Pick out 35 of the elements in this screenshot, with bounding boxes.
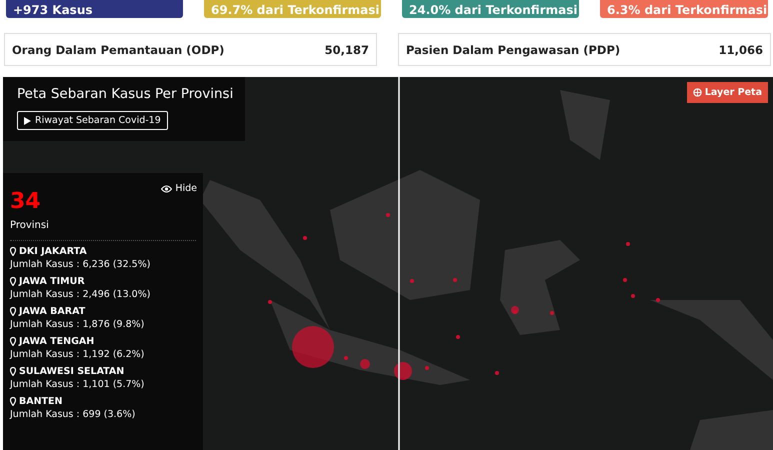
layer-button[interactable]: Layer Peta	[686, 82, 768, 103]
case-count: Jumlah Kasus : 6,236 (32.5%)	[10, 259, 152, 270]
case-count: Jumlah Kasus : 699 (3.6%)	[10, 409, 136, 420]
map-title: Peta Sebaran Kasus Per Provinsi	[17, 86, 234, 102]
hide-button[interactable]: Hide	[161, 183, 203, 194]
stat-value: 11,066	[718, 42, 763, 56]
case-count: Jumlah Kasus : 1,101 (5.7%)	[10, 379, 146, 390]
stat-label: Orang Dalam Pemantauan (ODP)	[12, 42, 224, 56]
stat-label: Pasien Dalam Pengawasan (PDP)	[406, 42, 620, 56]
summary-card: 6.3% dari Terkonfirmasi	[600, 0, 768, 18]
case-count: Jumlah Kasus : 1,876 (9.8%)	[10, 319, 146, 330]
pin-icon	[10, 307, 16, 316]
summary-card: 24.0% dari Terkonfirmasi	[402, 0, 579, 18]
case-count: Jumlah Kasus : 1,192 (6.2%)	[10, 349, 146, 360]
stat-value: 50,187	[324, 42, 369, 56]
province-count: 34	[10, 189, 41, 214]
pin-icon	[10, 247, 16, 256]
summary-card: +973 Kasus	[6, 0, 183, 18]
history-button[interactable]: Riwayat Sebaran Covid-19	[17, 111, 168, 130]
province-name: JAWA TIMUR	[19, 276, 85, 287]
province-name: JAWA BARAT	[19, 306, 86, 317]
pin-icon	[10, 397, 16, 406]
globe-icon	[692, 88, 702, 97]
pin-icon	[10, 337, 16, 346]
province-name: DKI JAKARTA	[19, 246, 87, 257]
play-icon	[24, 116, 31, 124]
province-name: SULAWESI SELATAN	[19, 366, 124, 377]
eye-icon	[161, 184, 172, 192]
summary-card: 69.7% dari Terkonfirmasi	[204, 0, 381, 18]
province-name: JAWA TENGAH	[19, 336, 94, 347]
count-label: Provinsi	[10, 220, 196, 241]
province-name: BANTEN	[19, 396, 62, 407]
pin-icon	[10, 277, 16, 286]
case-count: Jumlah Kasus : 2,496 (13.0%)	[10, 289, 152, 300]
pin-icon	[10, 367, 16, 376]
